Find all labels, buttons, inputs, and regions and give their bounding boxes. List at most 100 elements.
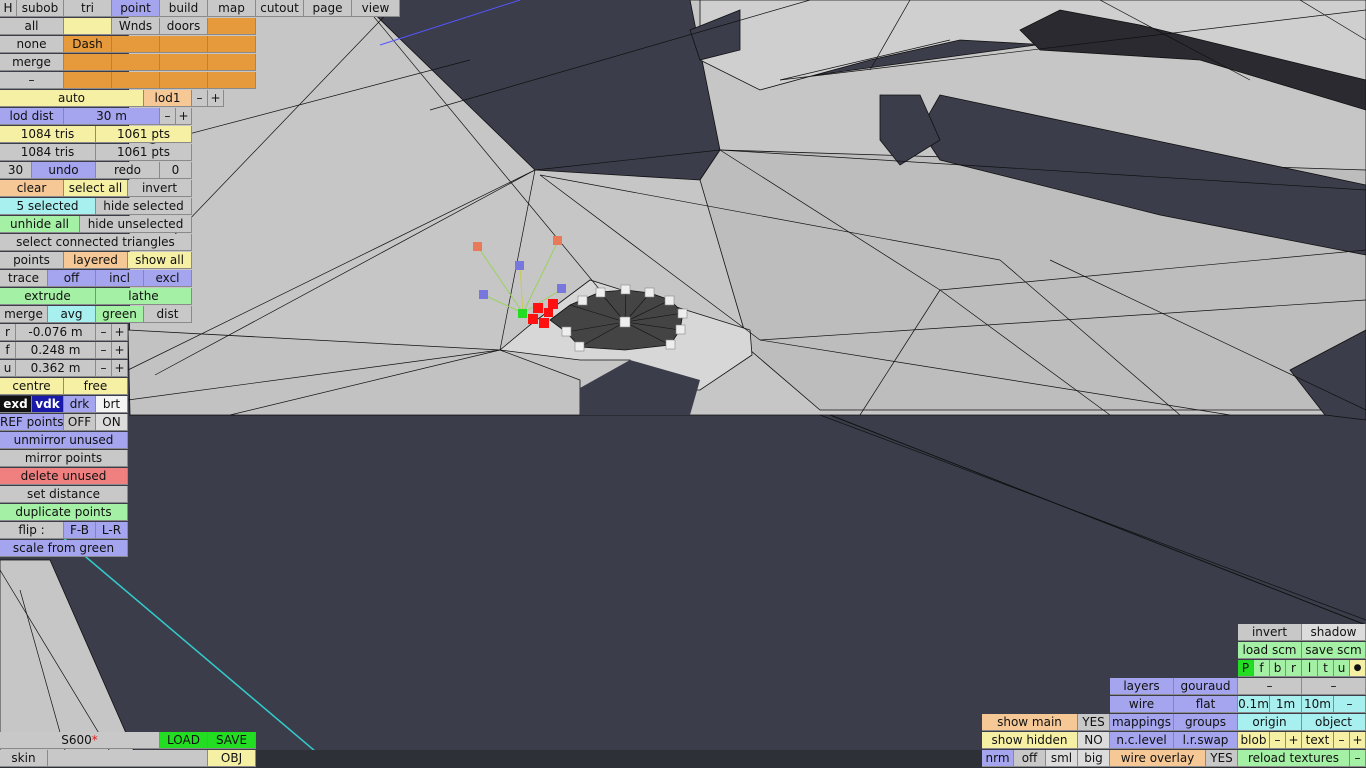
trace-incl-button[interactable]: incl — [96, 270, 144, 287]
layer-slot[interactable] — [208, 72, 256, 89]
shade-drk-button[interactable]: drk — [64, 396, 96, 413]
grid-10m-button[interactable]: 10m — [1302, 696, 1334, 713]
file-name[interactable]: S600* — [0, 732, 160, 749]
lod-plus-button[interactable]: + — [208, 90, 224, 107]
grid-minus-button[interactable]: – — [1334, 696, 1366, 713]
trace-excl-button[interactable]: excl — [144, 270, 192, 287]
u-plus-button[interactable]: + — [112, 360, 128, 377]
layer-slot[interactable] — [160, 54, 208, 71]
u-axis-value[interactable]: 0.362 m — [16, 360, 96, 377]
undo-button[interactable]: undo — [32, 162, 96, 179]
hide-unselected-button[interactable]: hide unselected — [80, 216, 192, 233]
select-all-button[interactable]: select all — [64, 180, 128, 197]
points-mode-button[interactable]: points — [0, 252, 64, 269]
object-button[interactable]: object — [1302, 714, 1366, 731]
remove-layer-button[interactable]: – — [0, 72, 64, 89]
reload-minus-button[interactable]: – — [1350, 750, 1366, 767]
show-hidden-toggle[interactable]: NO — [1078, 732, 1110, 749]
menu-subob[interactable]: subob — [17, 0, 64, 17]
u-minus-button[interactable]: – — [96, 360, 112, 377]
layers-button[interactable]: layers — [1110, 678, 1174, 695]
menu-build[interactable]: build — [160, 0, 208, 17]
shade-exd-button[interactable]: exd — [0, 396, 32, 413]
lod-level-button[interactable]: lod1 — [144, 90, 192, 107]
view-dot-button[interactable]: ● — [1350, 660, 1366, 677]
mirror-points-button[interactable]: mirror points — [0, 450, 128, 467]
mappings-button[interactable]: mappings — [1110, 714, 1174, 731]
grid-1m-button[interactable]: 1m — [1270, 696, 1302, 713]
menu-point[interactable]: point — [112, 0, 160, 17]
save-scm-button[interactable]: save scm — [1302, 642, 1366, 659]
select-connected-button[interactable]: select connected triangles — [0, 234, 192, 251]
merge-green-button[interactable]: green — [96, 306, 144, 323]
size-sml-button[interactable]: sml — [1046, 750, 1078, 767]
blob-plus-button[interactable]: + — [1286, 732, 1302, 749]
view-back-button[interactable]: b — [1270, 660, 1286, 677]
grid-01m-button[interactable]: 0.1m — [1238, 696, 1270, 713]
r-axis-value[interactable]: -0.076 m — [16, 324, 96, 341]
unhide-all-button[interactable]: unhide all — [0, 216, 80, 233]
text-minus-button[interactable]: – — [1334, 732, 1350, 749]
flip-fb-button[interactable]: F-B — [64, 522, 96, 539]
layer-slot[interactable] — [208, 36, 256, 53]
shadow-button[interactable]: shadow — [1302, 624, 1366, 641]
viewport-3d[interactable] — [0, 0, 1366, 768]
unmirror-unused-button[interactable]: unmirror unused — [0, 432, 128, 449]
show-main-toggle[interactable]: YES — [1078, 714, 1110, 731]
menu-h[interactable]: H — [0, 0, 17, 17]
text-plus-button[interactable]: + — [1350, 732, 1366, 749]
layer-slot[interactable] — [208, 18, 256, 35]
groups-button[interactable]: groups — [1174, 714, 1238, 731]
size-nrm-button[interactable]: nrm — [982, 750, 1014, 767]
reload-textures-button[interactable]: reload textures — [1238, 750, 1350, 767]
nc-level-button[interactable]: n.c.level — [1110, 732, 1174, 749]
layer-slot[interactable] — [64, 54, 112, 71]
lod-minus-button[interactable]: – — [192, 90, 208, 107]
layer-slot[interactable] — [160, 36, 208, 53]
show-all-button[interactable]: show all — [128, 252, 192, 269]
size-big-button[interactable]: big — [1078, 750, 1110, 767]
view-left-button[interactable]: l — [1302, 660, 1318, 677]
menu-view[interactable]: view — [352, 0, 400, 17]
view-top-button[interactable]: t — [1318, 660, 1334, 677]
scale-from-green-button[interactable]: scale from green — [0, 540, 128, 557]
layer-doors-button[interactable]: doors — [160, 18, 208, 35]
lod-auto-button[interactable]: auto — [0, 90, 144, 107]
merge-points-button[interactable]: merge — [0, 306, 48, 323]
r-minus-button[interactable]: – — [96, 324, 112, 341]
view-front-button[interactable]: f — [1254, 660, 1270, 677]
layer-slot[interactable] — [160, 72, 208, 89]
select-all-layers-button[interactable]: all — [0, 18, 64, 35]
centre-button[interactable]: centre — [0, 378, 64, 395]
none-button[interactable]: none — [0, 36, 64, 53]
obj-button[interactable]: OBJ — [208, 750, 256, 767]
merge-layers-button[interactable]: merge — [0, 54, 64, 71]
load-button[interactable]: LOAD — [160, 732, 208, 749]
save-button[interactable]: SAVE — [208, 732, 256, 749]
lr-swap-button[interactable]: l.r.swap — [1174, 732, 1238, 749]
menu-map[interactable]: map — [208, 0, 256, 17]
wire-button[interactable]: wire — [1110, 696, 1174, 713]
trace-off-button[interactable]: off — [48, 270, 96, 287]
layered-mode-button[interactable]: layered — [64, 252, 128, 269]
layer-slot[interactable] — [112, 54, 160, 71]
view-persp-button[interactable]: P — [1238, 660, 1254, 677]
lathe-button[interactable]: lathe — [96, 288, 192, 305]
flip-lr-button[interactable]: L-R — [96, 522, 128, 539]
menu-cutout[interactable]: cutout — [256, 0, 304, 17]
invert-view-button[interactable]: invert — [1238, 624, 1302, 641]
f-plus-button[interactable]: + — [112, 342, 128, 359]
flat-button[interactable]: flat — [1174, 696, 1238, 713]
delete-unused-button[interactable]: delete unused — [0, 468, 128, 485]
ref-points-off-button[interactable]: OFF — [64, 414, 96, 431]
layer-slot[interactable] — [112, 72, 160, 89]
menu-page[interactable]: page — [304, 0, 352, 17]
redo-button[interactable]: redo — [96, 162, 160, 179]
range-minus-a[interactable]: – — [1238, 678, 1302, 695]
load-scm-button[interactable]: load scm — [1238, 642, 1302, 659]
invert-selection-button[interactable]: invert — [128, 180, 192, 197]
layer-slot[interactable] — [208, 54, 256, 71]
gouraud-button[interactable]: gouraud — [1174, 678, 1238, 695]
menu-tri[interactable]: tri — [64, 0, 112, 17]
set-distance-button[interactable]: set distance — [0, 486, 128, 503]
